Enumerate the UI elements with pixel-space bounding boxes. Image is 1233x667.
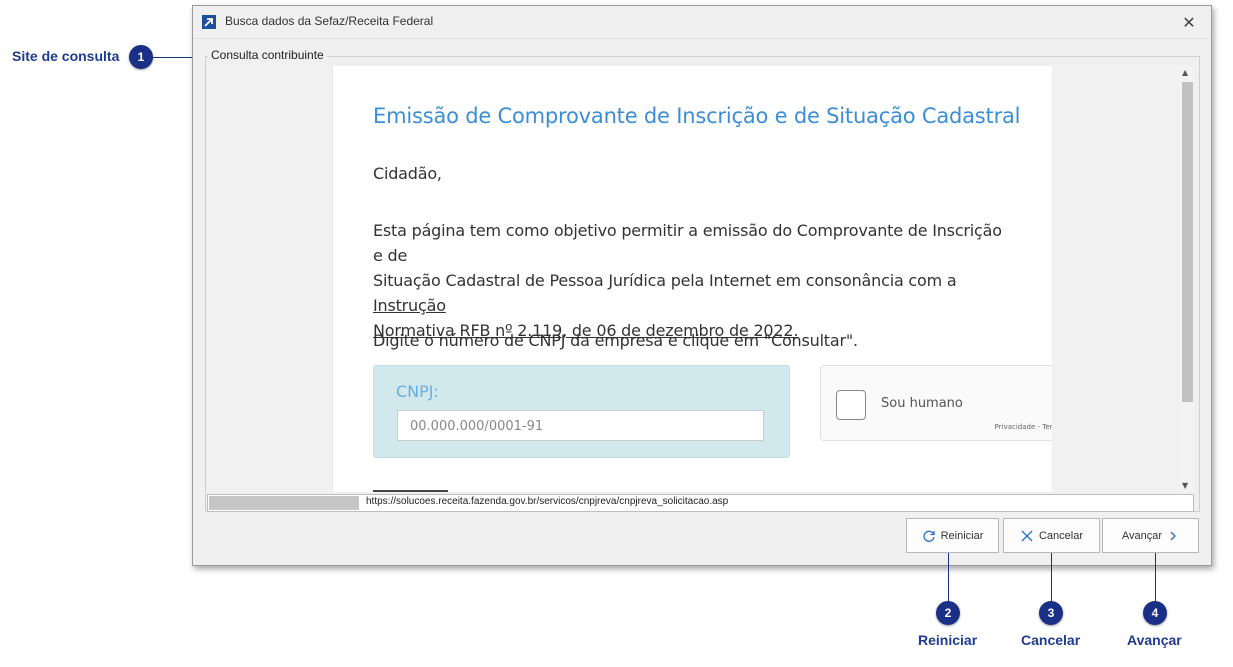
close-x-icon (1021, 530, 1033, 541)
dialog-window: Busca dados da Sefaz/Receita Federal ✕ C… (192, 5, 1212, 566)
annotation-label-reiniciar: Reiniciar (918, 632, 978, 648)
cancelar-label: Cancelar (1038, 529, 1084, 542)
loading-progress (209, 496, 359, 510)
intro-line-2: Situação Cadastral de Pessoa Jurídica pe… (373, 268, 1013, 318)
cnpj-input[interactable]: 00.000.000/0001-91 (397, 410, 764, 441)
intro-line-1: Esta página tem como objetivo permitir a… (373, 221, 1002, 265)
status-bar: https://solucoes.receita.fazenda.gov.br/… (207, 494, 1194, 512)
annotation-connector-4 (1155, 553, 1156, 601)
annotation-connector-2 (948, 553, 949, 601)
captcha-checkbox[interactable] (836, 390, 866, 420)
scroll-down-icon[interactable]: ▼ (1182, 481, 1188, 490)
close-icon[interactable]: ✕ (1179, 12, 1199, 32)
group-label: Consulta contribuinte (208, 48, 327, 62)
title-bar: Busca dados da Sefaz/Receita Federal ✕ (193, 6, 1211, 39)
intro-line-2-text: Situação Cadastral de Pessoa Jurídica pe… (373, 271, 957, 290)
scroll-thumb[interactable] (1182, 82, 1193, 402)
page-left-margin (207, 66, 332, 492)
page-right-margin (1052, 66, 1177, 492)
annotation-connector-3 (1051, 553, 1052, 601)
embedded-browser[interactable]: Emissão de Comprovante de Inscrição e de… (207, 66, 1194, 492)
instruction-text: Digite o número de CNPJ da empresa e cli… (373, 331, 858, 350)
annotation-label-site: Site de consulta (12, 48, 120, 64)
cancelar-button[interactable]: Cancelar (1003, 518, 1100, 553)
avancar-label: Avançar (1121, 529, 1163, 542)
consultar-button-partial[interactable] (373, 490, 448, 492)
annotation-label-cancelar: Cancelar (1021, 632, 1081, 648)
vertical-scrollbar[interactable]: ▲ ▼ (1179, 66, 1194, 492)
intro-paragraph: Esta página tem como objetivo permitir a… (373, 218, 1013, 343)
app-arrow-icon (202, 15, 216, 29)
cnpj-label: CNPJ: (396, 382, 439, 401)
instrucao-link[interactable]: Instrução (373, 296, 446, 315)
annotation-badge-4: 4 (1143, 601, 1167, 625)
annotation-badge-3: 3 (1039, 601, 1063, 625)
annotation-badge-2: 2 (936, 601, 960, 625)
status-url: https://solucoes.receita.fazenda.gov.br/… (366, 496, 729, 507)
refresh-icon (923, 530, 935, 542)
reiniciar-button[interactable]: Reiniciar (906, 518, 999, 553)
cnpj-panel: CNPJ: 00.000.000/0001-91 (373, 365, 790, 458)
page-heading: Emissão de Comprovante de Inscrição e de… (373, 104, 1021, 128)
scroll-up-icon[interactable]: ▲ (1182, 68, 1188, 77)
annotation-label-avancar: Avançar (1127, 632, 1182, 648)
greeting-text: Cidadão, (373, 164, 442, 183)
window-title: Busca dados da Sefaz/Receita Federal (225, 14, 434, 28)
page-content: Emissão de Comprovante de Inscrição e de… (332, 66, 1123, 492)
captcha-label: Sou humano (881, 396, 963, 411)
avancar-button[interactable]: Avançar (1102, 518, 1199, 553)
reiniciar-label: Reiniciar (940, 529, 984, 542)
chevron-right-icon (1170, 531, 1176, 540)
annotation-badge-1: 1 (129, 45, 153, 69)
